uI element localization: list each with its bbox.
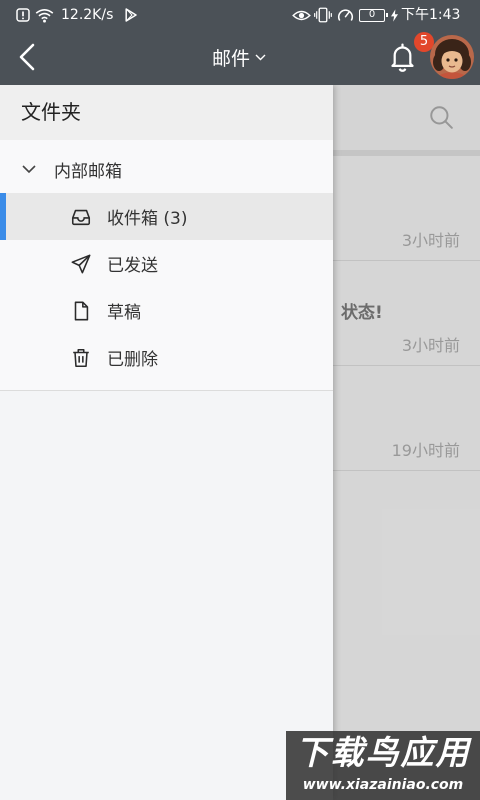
eye-icon (292, 10, 311, 21)
status-bar: 12.2K/s 0 下午1:43 (0, 0, 480, 30)
title-dropdown[interactable]: 邮件 (212, 30, 266, 85)
folder-label: 草稿 (107, 303, 141, 323)
watermark: 下载鸟应用 www.xiazainiao.com (286, 731, 480, 800)
top-bar: 12.2K/s 0 下午1:43 邮件 5 (0, 0, 480, 85)
folder-label: 已删除 (107, 350, 158, 370)
charging-bolt-icon (391, 9, 398, 22)
notification-alert-icon (16, 8, 30, 22)
folder-item-deleted[interactable]: 已删除 (0, 334, 333, 381)
trash-icon (73, 348, 89, 367)
folder-item-inbox[interactable]: 收件箱 (3) (0, 193, 333, 240)
battery-icon: 0 (359, 9, 388, 22)
folder-label: 已发送 (107, 256, 158, 276)
draft-icon (74, 301, 89, 320)
group-label: 内部邮箱 (54, 162, 122, 182)
page-title: 邮件 (212, 48, 251, 70)
back-button[interactable] (16, 43, 38, 71)
folder-drawer: 文件夹 内部邮箱 收件箱 (3) 已发送 草稿 已删除 (0, 85, 333, 800)
avatar-image (430, 35, 474, 79)
network-speed: 12.2K/s (61, 7, 114, 23)
drawer-title: 文件夹 (0, 85, 333, 140)
avatar[interactable] (430, 35, 474, 79)
inbox-icon (71, 209, 91, 225)
chevron-down-icon (255, 54, 266, 61)
send-icon (71, 254, 91, 273)
clock: 下午1:43 (401, 7, 461, 23)
folder-item-drafts[interactable]: 草稿 (0, 287, 333, 334)
folder-tree: 内部邮箱 收件箱 (3) 已发送 草稿 已删除 (0, 140, 333, 391)
wifi-icon (35, 8, 54, 23)
watermark-url: www.xiazainiao.com (302, 777, 464, 793)
watermark-brand: 下载鸟应用 (295, 733, 471, 772)
group-row-internal-mailbox[interactable]: 内部邮箱 (0, 146, 333, 193)
chevron-down-icon (22, 165, 36, 174)
vibrate-icon (314, 7, 332, 23)
speed-gauge-icon (337, 9, 354, 21)
play-store-icon (125, 8, 137, 22)
folder-label: 收件箱 (3) (107, 209, 188, 229)
folder-item-sent[interactable]: 已发送 (0, 240, 333, 287)
bell-icon[interactable] (389, 43, 416, 72)
